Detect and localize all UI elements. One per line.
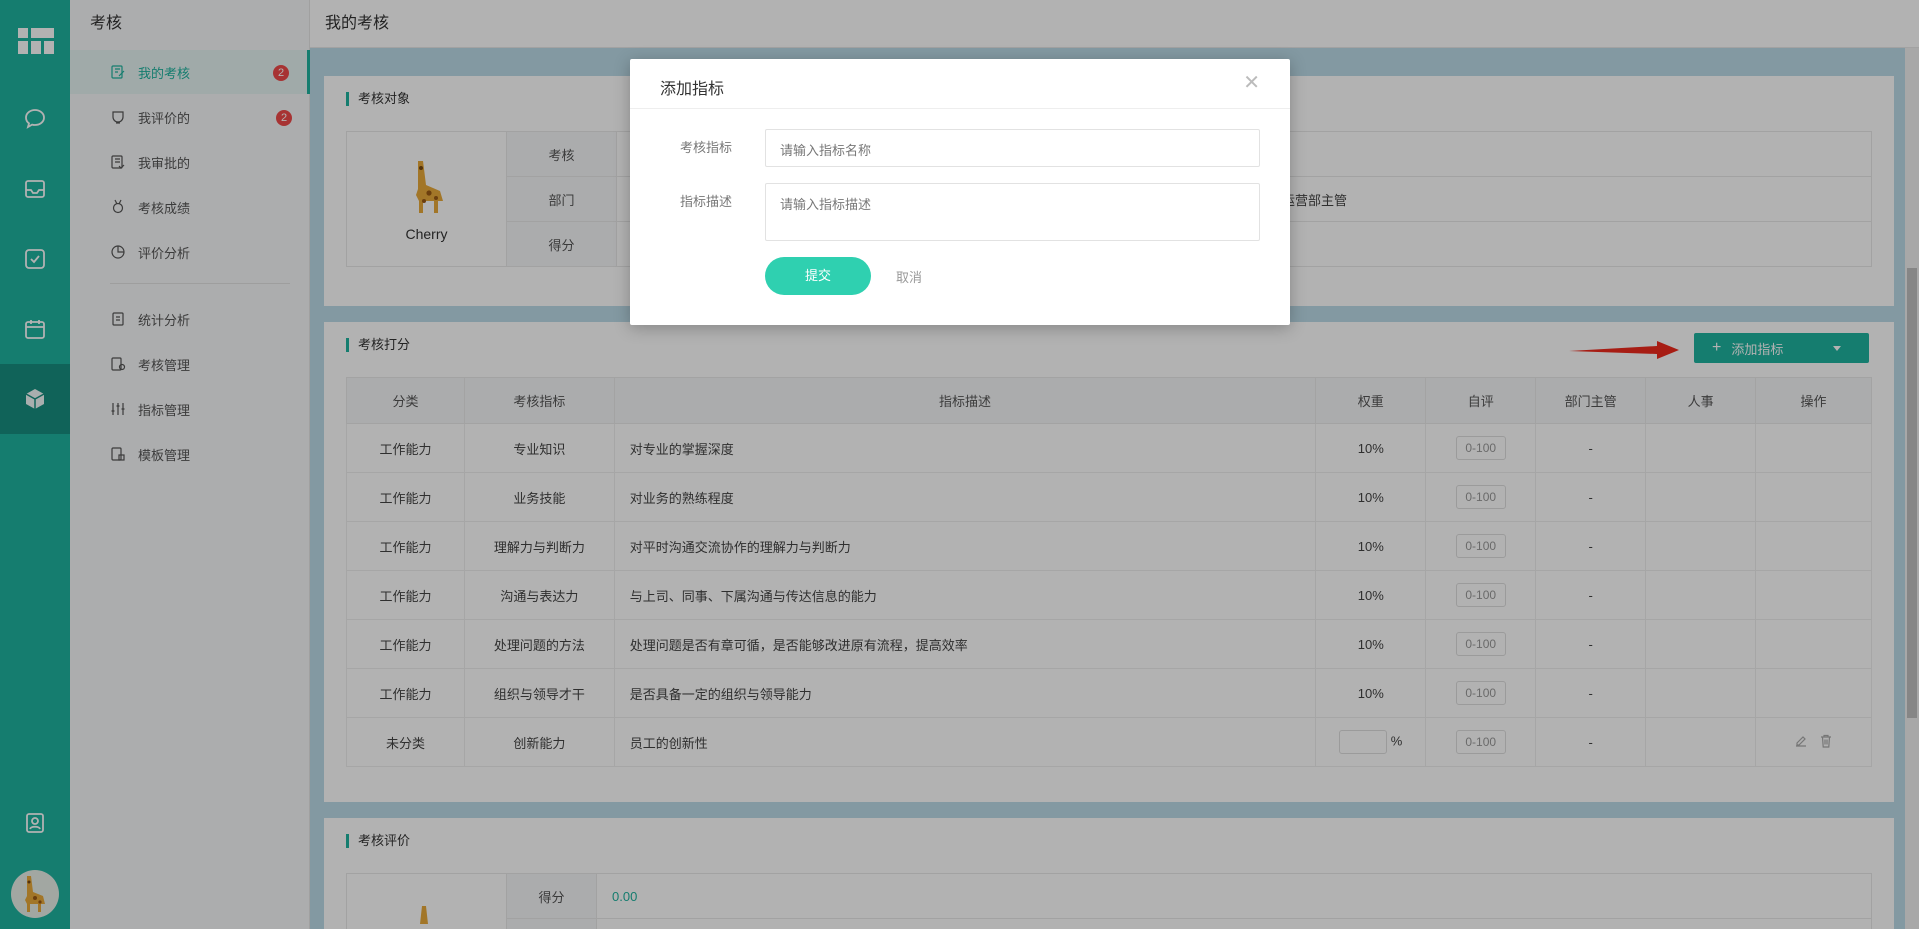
close-icon[interactable]: ✕ — [1243, 73, 1260, 93]
submit-button[interactable]: 提交 — [765, 257, 871, 295]
cancel-button[interactable]: 取消 — [896, 267, 922, 286]
description-field-label: 指标描述 — [679, 194, 732, 209]
dialog-title: 添加指标 — [660, 81, 725, 98]
indicator-field-label: 考核指标 — [679, 140, 732, 155]
indicator-name-input[interactable]: 请输入指标名称 — [765, 129, 1260, 167]
indicator-description-textarea[interactable]: 请输入指标描述 — [765, 183, 1260, 241]
dialog-header: 添加指标 ✕ — [630, 59, 1290, 109]
add-indicator-dialog: 添加指标 ✕ 考核指标 请输入指标名称 指标描述 请输入指标描述 提交 取消 — [630, 59, 1290, 325]
